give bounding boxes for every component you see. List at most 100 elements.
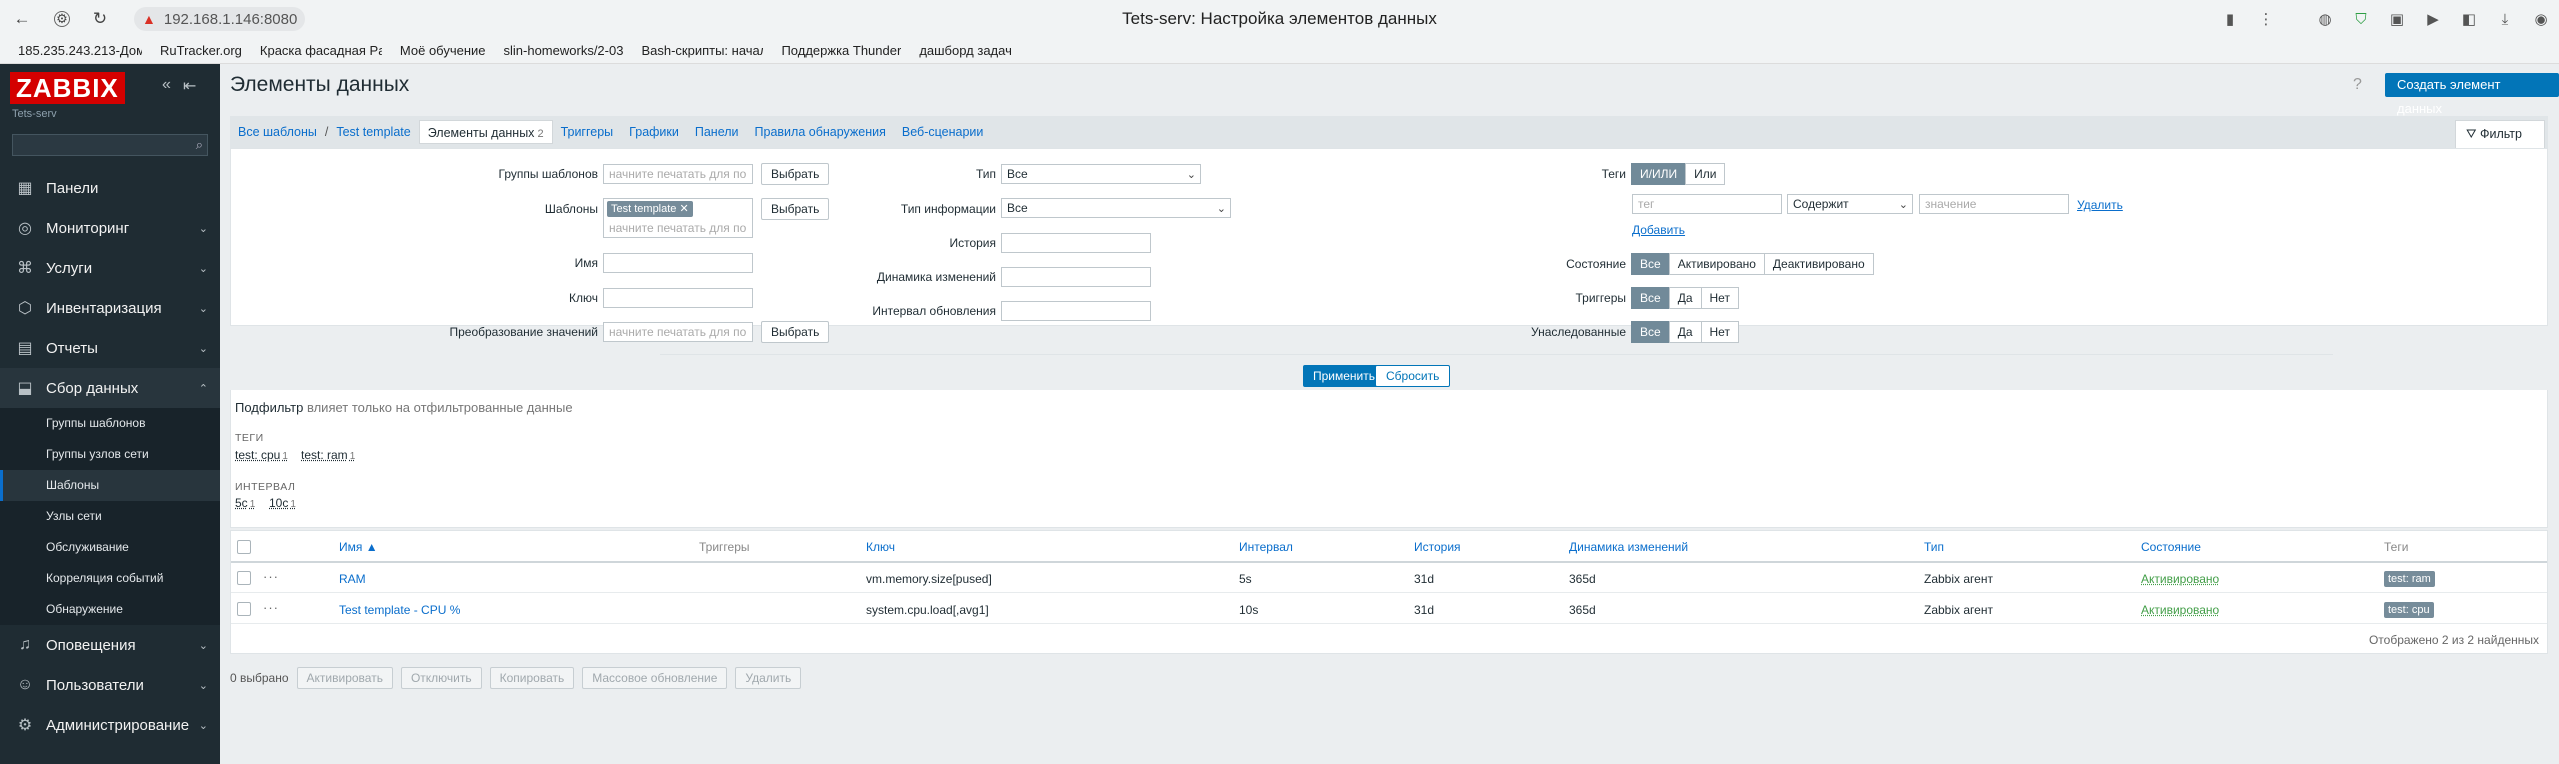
tab-graphs[interactable]: Графики [621, 125, 687, 139]
column-status[interactable]: Состояние [2141, 540, 2201, 554]
template-groups-select-button[interactable]: Выбрать [761, 163, 830, 185]
apply-filter-button[interactable]: Применить [1303, 365, 1386, 387]
inherited-all[interactable]: Все [1631, 321, 1670, 343]
value-mapping-select-button[interactable]: Выбрать [761, 321, 830, 343]
menu-item-reports[interactable]: ▤ Отчеты ⌄ [0, 328, 220, 368]
menu-item-administration[interactable]: ⚙ Администрирование ⌄ [0, 705, 220, 745]
submenu-item-template-groups[interactable]: Группы шаблонов [0, 408, 220, 439]
enable-button[interactable]: Активировать [296, 667, 393, 689]
menu-item-users[interactable]: ☺ Пользователи ⌄ [0, 665, 220, 705]
more-menu-icon[interactable]: ⋮ [2255, 8, 2277, 30]
submenu-item-host-groups[interactable]: Группы узлов сети [0, 439, 220, 470]
select-all-checkbox[interactable] [237, 540, 251, 554]
menu-item-dashboards[interactable]: ▦ Панели [0, 168, 220, 208]
templates-input[interactable]: Test template ✕ начните печатать для по [603, 198, 753, 238]
tab-web-scenarios[interactable]: Веб-сценарии [894, 125, 991, 139]
search-icon[interactable]: ⌕ [196, 137, 203, 153]
tab-discovery-rules[interactable]: Правила обнаружения [747, 125, 894, 139]
create-item-button[interactable]: Создать элемент данных [2385, 73, 2559, 116]
copy-button[interactable]: Копировать [489, 667, 575, 689]
remove-chip-icon[interactable]: ✕ [679, 203, 688, 215]
submenu-item-event-correlation[interactable]: Корреляция событий [0, 563, 220, 594]
column-history[interactable]: История [1414, 540, 1461, 554]
menu-item-services[interactable]: ⌘ Услуги ⌄ [0, 248, 220, 288]
zabbix-logo[interactable]: ZABBIX [10, 72, 125, 104]
bookmark-icon[interactable]: ▮ [2219, 8, 2241, 30]
info-type-select[interactable]: Все ⌄ [1001, 198, 1231, 218]
menu-item-alerts[interactable]: ♫ Оповещения ⌄ [0, 625, 220, 665]
subfilter-tag[interactable]: test: ram 1 [301, 448, 355, 462]
more-actions-icon[interactable]: ··· [263, 600, 279, 615]
subfilter-tag[interactable]: test: cpu 1 [235, 448, 288, 462]
value-mapping-input[interactable]: начните печатать для по [603, 322, 753, 342]
item-status-toggle[interactable]: Активировано [2141, 572, 2219, 586]
bookmark-item[interactable]: дашборд задач [919, 43, 1012, 58]
menu-item-monitoring[interactable]: ◎ Мониторинг ⌄ [0, 208, 220, 248]
address-bar[interactable]: ▲ 192.168.1.146:8080 [134, 7, 306, 31]
tag-operator-select[interactable]: Содержит ⌄ [1787, 194, 1913, 214]
templates-select-button[interactable]: Выбрать [761, 198, 830, 220]
tab-triggers[interactable]: Триггеры [553, 125, 622, 139]
profile-icon[interactable]: ◉ [2530, 8, 2552, 30]
triggers-yes[interactable]: Да [1668, 287, 1702, 309]
inherited-yes[interactable]: Да [1668, 321, 1702, 343]
reset-filter-button[interactable]: Сбросить [1375, 365, 1451, 387]
globe-icon[interactable]: ◍ [2314, 8, 2336, 30]
tags-mode-and-or[interactable]: И/ИЛИ [1631, 163, 1687, 185]
more-actions-icon[interactable]: ··· [263, 569, 279, 584]
back-icon[interactable]: ← [10, 7, 34, 31]
template-groups-input[interactable]: начните печатать для по [603, 164, 753, 184]
menu-item-inventory[interactable]: ⬡ Инвентаризация ⌄ [0, 288, 220, 328]
name-input[interactable] [603, 253, 753, 273]
sidebar-search-input[interactable]: ⌕ [12, 134, 208, 156]
bookmark-item[interactable]: Моё обучение [400, 43, 486, 58]
item-name-link[interactable]: Test template - CPU % [339, 603, 460, 617]
column-interval[interactable]: Интервал [1239, 540, 1293, 554]
tab-dashboards[interactable]: Панели [687, 125, 747, 139]
submenu-item-templates[interactable]: Шаблоны [0, 470, 220, 501]
mass-update-button[interactable]: Массовое обновление [582, 667, 728, 689]
tab-items[interactable]: Элементы данных 2 [418, 120, 553, 144]
triggers-no[interactable]: Нет [1700, 287, 1739, 309]
extensions-icon[interactable]: ◧ [2458, 8, 2480, 30]
kiosk-mode-icon[interactable]: ⇤ [183, 76, 196, 96]
state-all[interactable]: Все [1631, 253, 1670, 275]
subfilter-interval[interactable]: 10c 1 [269, 496, 296, 510]
item-status-toggle[interactable]: Активировано [2141, 603, 2219, 617]
disable-button[interactable]: Отключить [400, 667, 482, 689]
tag-value-input[interactable]: значение [1919, 194, 2069, 214]
key-input[interactable] [603, 288, 753, 308]
play-extension-icon[interactable]: ▶ [2422, 8, 2444, 30]
breadcrumb-template[interactable]: Test template [328, 125, 418, 139]
site-info-icon[interactable]: ⚙ [54, 11, 70, 27]
type-select[interactable]: Все ⌄ [1001, 164, 1201, 184]
column-key[interactable]: Ключ [866, 540, 895, 554]
delete-button[interactable]: Удалить [735, 667, 802, 689]
column-type[interactable]: Тип [1924, 540, 1944, 554]
remove-tag-link[interactable]: Удалить [2077, 198, 2123, 212]
shield-extension-icon[interactable]: ⛉ [2350, 8, 2372, 30]
bookmark-item[interactable]: Краска фасадная Pa [260, 43, 382, 58]
update-interval-input[interactable] [1001, 301, 1151, 321]
filter-tab[interactable]: ⛛ Фильтр [2455, 120, 2545, 148]
bookmark-item[interactable]: RuTracker.org [160, 43, 242, 58]
column-name[interactable]: Имя ▲ [339, 540, 378, 554]
bookmark-item[interactable]: Поддержка Thunder [781, 43, 901, 58]
tag-name-input[interactable]: тег [1632, 194, 1782, 214]
tags-mode-or[interactable]: Или [1685, 163, 1726, 185]
trends-input[interactable] [1001, 267, 1151, 287]
history-input[interactable] [1001, 233, 1151, 253]
menu-item-data-collection[interactable]: ⬓ Сбор данных ⌃ [0, 368, 220, 408]
item-name-link[interactable]: RAM [339, 572, 366, 586]
help-icon[interactable]: ? [2353, 76, 2362, 94]
breadcrumb-all-templates[interactable]: Все шаблоны [230, 125, 325, 139]
state-disabled[interactable]: Деактивировано [1763, 253, 1874, 275]
triggers-all[interactable]: Все [1631, 287, 1670, 309]
image-extension-icon[interactable]: ▣ [2386, 8, 2408, 30]
row-checkbox[interactable] [237, 602, 251, 616]
add-tag-link[interactable]: Добавить [1632, 223, 1685, 237]
bookmark-item[interactable]: slin-homeworks/2-03 [504, 43, 624, 58]
download-icon[interactable]: ⤓ [2494, 8, 2516, 30]
submenu-item-maintenance[interactable]: Обслуживание [0, 532, 220, 563]
bookmark-item[interactable]: 185.235.243.213-Дом [18, 43, 142, 58]
